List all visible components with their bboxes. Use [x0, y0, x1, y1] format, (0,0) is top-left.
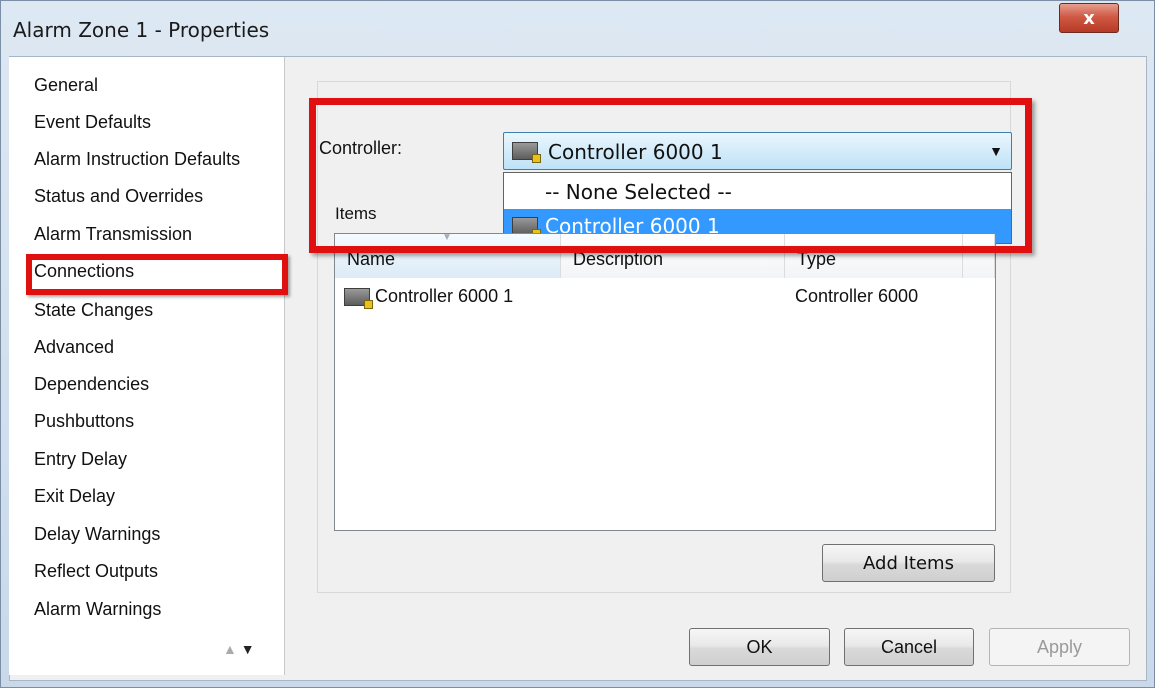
close-button[interactable]: x — [1059, 3, 1119, 33]
nav-item-state-changes[interactable]: State Changes — [34, 297, 153, 323]
nav-item-advanced[interactable]: Advanced — [34, 334, 114, 360]
nav-item-alarm-transmission[interactable]: Alarm Transmission — [34, 221, 192, 247]
ok-button[interactable]: OK — [689, 628, 830, 666]
list-item[interactable]: Controller 6000 1 Controller 6000 — [335, 282, 995, 312]
nav-item-delay-warnings[interactable]: Delay Warnings — [34, 521, 160, 547]
scroll-up-icon[interactable]: ▲ — [223, 641, 237, 657]
nav-item-pushbuttons[interactable]: Pushbuttons — [34, 408, 134, 434]
nav-item-general[interactable]: General — [34, 72, 98, 98]
cancel-button[interactable]: Cancel — [844, 628, 974, 666]
controller-highlight-box — [309, 98, 1032, 253]
nav-item-entry-delay[interactable]: Entry Delay — [34, 446, 127, 472]
apply-button[interactable]: Apply — [989, 628, 1130, 666]
nav-item-event-defaults[interactable]: Event Defaults — [34, 109, 151, 135]
nav-item-dependencies[interactable]: Dependencies — [34, 371, 149, 397]
nav-scroll-arrows: ▲ ▼ — [223, 641, 255, 657]
nav-item-reflect-outputs[interactable]: Reflect Outputs — [34, 558, 158, 584]
items-list[interactable]: ▼ Name Description Type Controller 6000 … — [334, 233, 996, 531]
properties-dialog: Alarm Zone 1 - Properties x General Even… — [0, 0, 1155, 688]
title-bar[interactable]: Alarm Zone 1 - Properties x — [1, 1, 1154, 53]
background-blur — [771, 19, 1011, 41]
nav-item-status-and-overrides[interactable]: Status and Overrides — [34, 183, 203, 209]
dialog-title: Alarm Zone 1 - Properties — [13, 18, 270, 42]
nav-item-alarm-instruction-defaults[interactable]: Alarm Instruction Defaults — [34, 146, 240, 172]
connections-highlight-box — [26, 254, 288, 295]
scroll-down-icon[interactable]: ▼ — [241, 641, 255, 657]
controller-icon — [344, 288, 373, 309]
nav-item-alarm-warnings[interactable]: Alarm Warnings — [34, 596, 161, 622]
item-name: Controller 6000 1 — [375, 286, 514, 306]
close-icon: x — [1083, 7, 1095, 29]
add-items-button[interactable]: Add Items — [822, 544, 995, 582]
item-type: Controller 6000 — [795, 286, 919, 306]
nav-item-exit-delay[interactable]: Exit Delay — [34, 483, 115, 509]
